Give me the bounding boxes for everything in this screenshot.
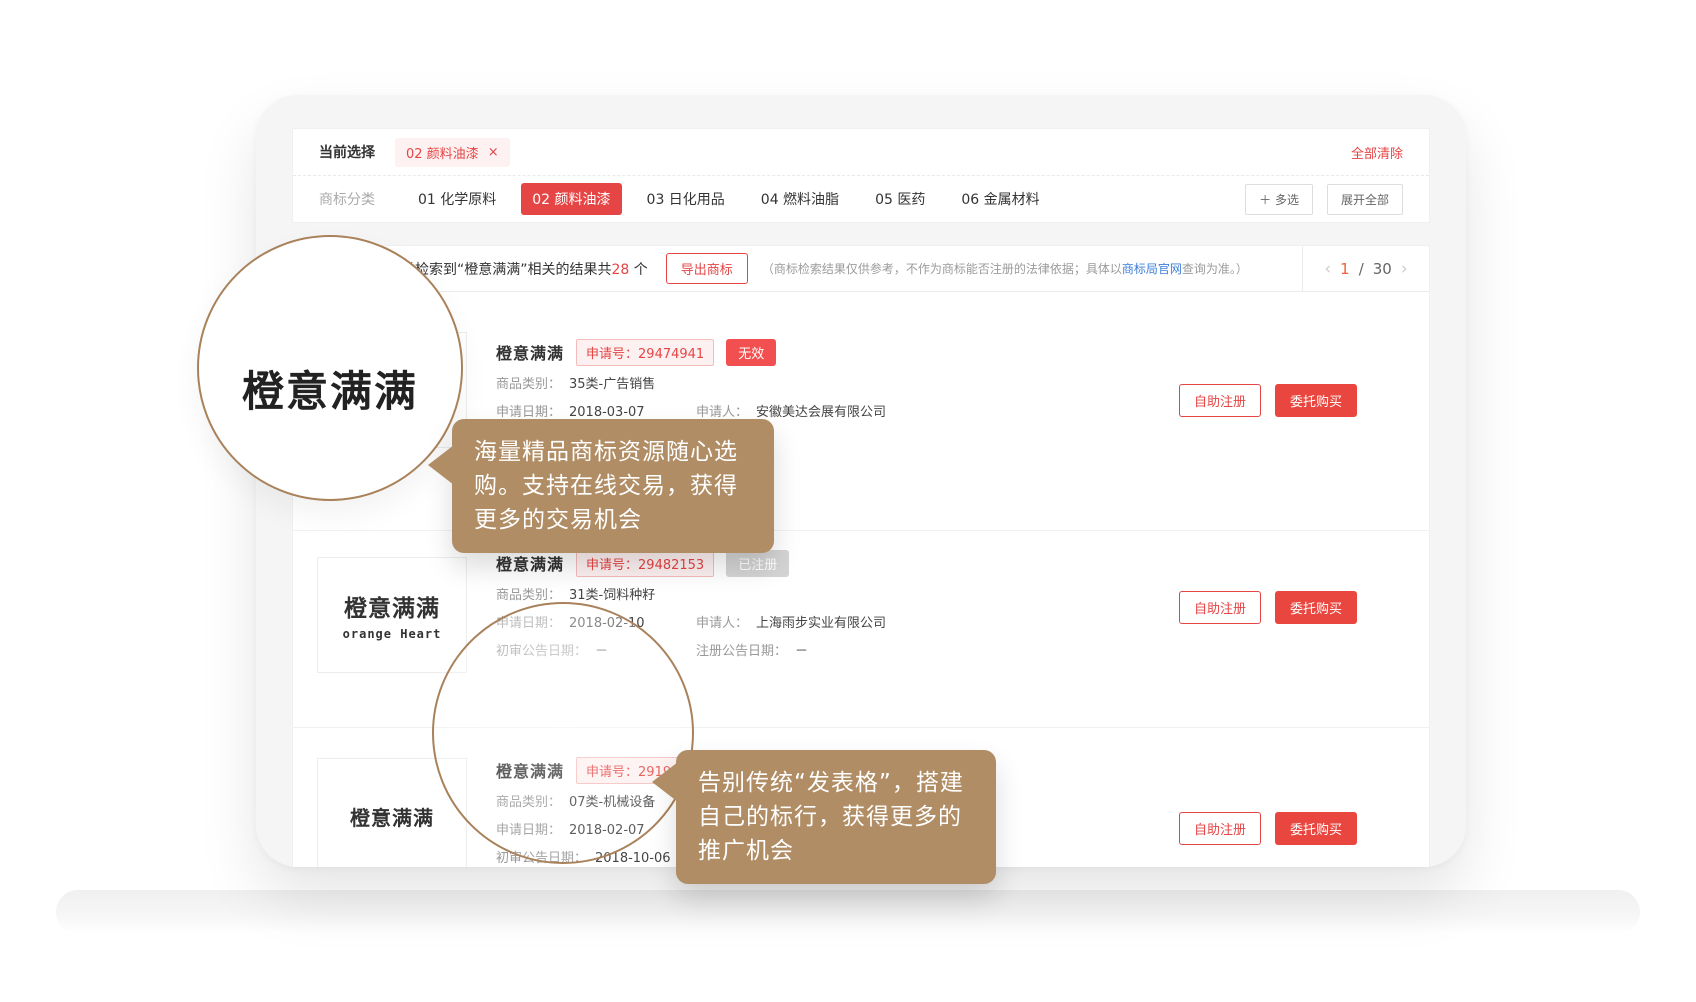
field-label: 商品类别： [496, 377, 561, 392]
field-value: 31类-饲料种籽 [569, 588, 655, 603]
magnified-trademark-text: 橙意满满 [242, 358, 418, 419]
trademark-office-link[interactable]: 商标局官网 [1122, 262, 1182, 276]
entrust-purchase-button[interactable]: 委托购买 [1275, 812, 1357, 845]
category-tab-03[interactable]: 03 日化用品 [636, 183, 736, 215]
field-label: 申请人： [696, 405, 748, 420]
application-number-tag: 申请号：29474941 [576, 339, 714, 366]
results-summary-area: 为您在当前分类检索到“橙意满满”相关的结果共28 个 导出商标 （商标检索结果仅… [293, 246, 1302, 291]
selected-filter-tag[interactable]: 02 颜料油漆 × [395, 138, 510, 167]
laptop-base [56, 890, 1640, 934]
callout-bubble-marketplace: 海量精品商标资源随心选 购。支持在线交易，获得 更多的交易机会 [452, 419, 774, 553]
row-actions: 自助注册 委托购买 [1179, 591, 1357, 624]
status-badge: 无效 [726, 339, 776, 366]
callout-arrow-icon [428, 445, 454, 485]
total-pages: 30 [1373, 260, 1392, 278]
field-label: 申请人： [696, 616, 748, 631]
field-value: 2018-03-07 [569, 405, 645, 420]
entrust-purchase-button[interactable]: 委托购买 [1275, 384, 1357, 417]
magnifier-circle [432, 602, 694, 864]
application-number-value: 29474941 [638, 347, 704, 362]
trademark-name: 橙意满满 [496, 340, 564, 364]
field-line: 商品类别： 31类-饲料种籽 [496, 588, 886, 603]
trademark-name: 橙意满满 [496, 551, 564, 575]
field-label: 商品类别： [496, 588, 561, 603]
results-count: 28 [612, 262, 630, 278]
filter-panel: 当前选择 02 颜料油漆 × 全部清除 商标分类 01 化学原料 02 颜料油漆… [292, 128, 1430, 223]
multi-select-button[interactable]: ＋ 多选 [1245, 184, 1313, 215]
self-register-button[interactable]: 自助注册 [1179, 384, 1261, 417]
disclaimer-pre: （商标检索结果仅供参考，不作为商标能否注册的法律依据；具体以 [762, 262, 1122, 276]
field-value: 安徽美达会展有限公司 [756, 405, 886, 420]
trademark-title-row: 橙意满满 申请号：29474941 无效 [496, 340, 886, 364]
results-header: 为您在当前分类检索到“橙意满满”相关的结果共28 个 导出商标 （商标检索结果仅… [293, 246, 1429, 292]
self-register-button[interactable]: 自助注册 [1179, 591, 1261, 624]
results-summary-suffix: 个 [629, 262, 647, 278]
entrust-purchase-button[interactable]: 委托购买 [1275, 591, 1357, 624]
disclaimer-note: （商标检索结果仅供参考，不作为商标能否注册的法律依据；具体以商标局官网查询为准。… [762, 260, 1248, 277]
callout-text-line: 推广机会 [698, 834, 974, 868]
next-page-icon[interactable]: › [1401, 259, 1408, 279]
category-tab-04[interactable]: 04 燃料油脂 [750, 183, 850, 215]
field-value: － [795, 644, 808, 659]
callout-text-line: 海量精品商标资源随心选 [474, 435, 752, 469]
trademark-image[interactable]: 橙意满满 orange Heart [317, 557, 467, 673]
trademark-image-text: 橙意满满 [344, 589, 440, 623]
status-badge: 已注册 [726, 550, 789, 577]
category-tab-02-selected[interactable]: 02 颜料油漆 [521, 183, 621, 215]
current-selection-label: 当前选择 [319, 142, 375, 162]
application-number-label: 申请号： [586, 347, 638, 362]
field-value: 35类-广告销售 [569, 377, 655, 392]
page: 当前选择 02 颜料油漆 × 全部清除 商标分类 01 化学原料 02 颜料油漆… [0, 0, 1696, 1002]
row-actions: 自助注册 委托购买 [1179, 384, 1357, 417]
field-line: 商品类别： 35类-广告销售 [496, 377, 886, 392]
field-label: 注册公告日期： [696, 644, 787, 659]
field-label: 申请日期： [496, 405, 561, 420]
field-line: 申请日期： 2018-03-07 申请人： 安徽美达会展有限公司 [496, 405, 886, 420]
prev-page-icon[interactable]: ‹ [1324, 259, 1331, 279]
selected-filter-tag-text: 02 颜料油漆 [406, 143, 479, 162]
category-tab-05[interactable]: 05 医药 [864, 183, 936, 215]
callout-bubble-promotion: 告别传统“发表格”，搭建 自己的标行，获得更多的 推广机会 [676, 750, 996, 884]
trademark-title-row: 橙意满满 申请号：29482153 已注册 [496, 551, 886, 575]
category-bar: 商标分类 01 化学原料 02 颜料油漆 03 日化用品 04 燃料油脂 05 … [293, 176, 1429, 222]
disclaimer-post: 查询为准。） [1182, 262, 1248, 276]
callout-text-line: 更多的交易机会 [474, 503, 752, 537]
application-number-value: 29482153 [638, 558, 704, 573]
callout-text-line: 自己的标行，获得更多的 [698, 800, 974, 834]
callout-text-line: 购。支持在线交易，获得 [474, 469, 752, 503]
remove-filter-icon[interactable]: × [488, 146, 499, 159]
export-trademarks-button[interactable]: 导出商标 [666, 253, 748, 284]
page-separator: / [1359, 260, 1364, 278]
trademark-image-text: 橙意满满 [350, 802, 434, 831]
category-tab-06[interactable]: 06 金属材料 [950, 183, 1050, 215]
category-bar-label: 商标分类 [319, 189, 375, 209]
clear-all-button[interactable]: 全部清除 [1351, 143, 1403, 162]
magnifier-circle: 橙意满满 [197, 235, 463, 501]
category-tab-01[interactable]: 01 化学原料 [407, 183, 507, 215]
application-number-label: 申请号： [586, 558, 638, 573]
row-actions: 自助注册 委托购买 [1179, 812, 1357, 845]
trademark-image-subtext: orange Heart [343, 627, 442, 641]
current-page: 1 [1340, 260, 1350, 278]
current-selection-bar: 当前选择 02 颜料油漆 × 全部清除 [293, 129, 1429, 176]
callout-text-line: 告别传统“发表格”，搭建 [698, 766, 974, 800]
application-number-tag: 申请号：29482153 [576, 550, 714, 577]
expand-all-button[interactable]: 展开全部 [1327, 184, 1403, 215]
field-value: 上海雨步实业有限公司 [756, 616, 886, 631]
callout-arrow-icon [652, 762, 678, 802]
pagination: ‹ 1 / 30 › [1302, 246, 1429, 291]
self-register-button[interactable]: 自助注册 [1179, 812, 1261, 845]
trademark-info: 橙意满满 申请号：29474941 无效 商品类别： 35类-广告销售 申请日期：… [496, 340, 886, 420]
